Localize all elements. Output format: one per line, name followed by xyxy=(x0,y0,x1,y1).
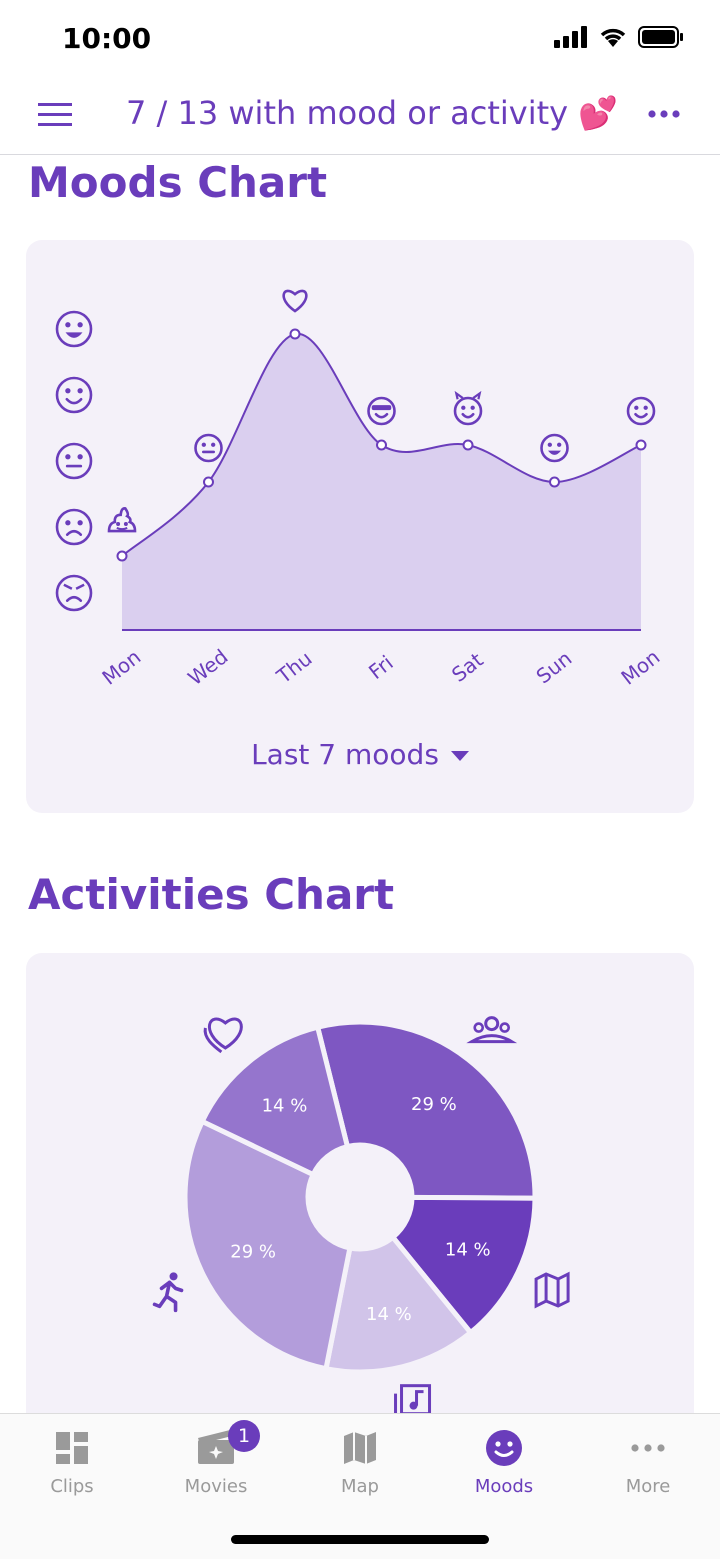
mood-range-label: Last 7 moods xyxy=(251,738,439,771)
angry-face-icon xyxy=(55,574,93,612)
happy-face-icon xyxy=(55,376,93,414)
tab-map[interactable]: Map xyxy=(288,1414,432,1514)
tab-clips[interactable]: Clips xyxy=(0,1414,144,1514)
x-tick-label: Sat xyxy=(447,648,488,687)
more-options-icon[interactable] xyxy=(648,104,680,124)
people-icon xyxy=(466,1016,518,1044)
moods-section-title: Moods Chart xyxy=(28,158,328,207)
neutral-face-icon xyxy=(55,442,93,480)
pie-slice-label: 14 % xyxy=(262,1095,308,1116)
mood-point[interactable] xyxy=(549,476,560,488)
x-tick-label: Thu xyxy=(271,646,316,689)
status-bar: 10:00 xyxy=(0,0,720,80)
pie-slice-label: 14 % xyxy=(366,1304,412,1325)
heart-icon xyxy=(282,289,308,313)
x-tick-label: Wed xyxy=(183,644,232,690)
poop-icon xyxy=(107,507,137,533)
menu-icon[interactable] xyxy=(38,100,74,130)
dropdown-caret-icon xyxy=(450,751,469,761)
page-title: 7 / 13 with mood or activity 💕 xyxy=(126,94,619,132)
home-indicator xyxy=(231,1535,489,1544)
mood-point[interactable] xyxy=(635,439,647,451)
map-icon xyxy=(344,1432,376,1464)
x-tick-label: Mon xyxy=(97,645,145,690)
mood-icon xyxy=(486,1430,522,1466)
mood-point[interactable] xyxy=(462,439,474,451)
pie-slice-label: 29 % xyxy=(411,1094,457,1115)
music-library-icon xyxy=(394,1384,432,1413)
moods-chart: Mon Wed Thu Fri Sat Sun Mon xyxy=(55,289,664,690)
sunglasses-face-icon xyxy=(367,396,396,426)
battery-icon xyxy=(638,26,683,48)
tab-label: Movies xyxy=(184,1476,248,1497)
tab-label: Moods xyxy=(474,1476,534,1497)
activities-chart: 29 % 14 % 14 % 29 % 14 % xyxy=(152,1016,570,1413)
tab-label: More xyxy=(625,1476,671,1497)
pie-slice-label: 29 % xyxy=(230,1242,276,1263)
tab-label: Clips xyxy=(50,1476,94,1497)
top-app-bar: 7 / 13 with mood or activity 💕 xyxy=(0,80,720,155)
more-icon xyxy=(631,1444,665,1452)
neutral-face-icon xyxy=(194,433,223,463)
map-icon xyxy=(534,1271,570,1309)
mood-range-select[interactable]: Last 7 moods xyxy=(26,738,694,771)
status-icons xyxy=(554,26,684,48)
status-time: 10:00 xyxy=(62,22,152,55)
wifi-icon xyxy=(600,28,626,47)
movies-badge: 1 xyxy=(228,1420,260,1452)
mood-point[interactable] xyxy=(116,550,128,562)
tab-label: Map xyxy=(341,1476,379,1497)
heart-icon xyxy=(203,1017,243,1054)
activities-section-title: Activities Chart xyxy=(28,870,395,919)
tab-movies[interactable]: 1 Movies xyxy=(144,1414,288,1514)
x-tick-label: Fri xyxy=(364,650,398,684)
x-tick-label: Mon xyxy=(616,645,664,690)
devil-face-icon xyxy=(453,390,483,426)
mood-point[interactable] xyxy=(376,439,387,451)
clips-icon xyxy=(56,1432,88,1464)
baby-face-icon xyxy=(540,433,569,463)
running-icon xyxy=(152,1272,184,1313)
mood-point[interactable] xyxy=(203,476,214,488)
moods-chart-card: Mon Wed Thu Fri Sat Sun Mon Last 7 moods xyxy=(26,240,694,813)
activities-chart-card: 29 % 14 % 14 % 29 % 14 % xyxy=(26,953,694,1413)
tab-moods[interactable]: Moods xyxy=(432,1414,576,1514)
mood-point[interactable] xyxy=(289,328,301,340)
smile-face-icon xyxy=(626,396,656,426)
signal-icon xyxy=(554,26,587,48)
x-tick-label: Sun xyxy=(532,646,577,688)
pie-slice-label: 14 % xyxy=(445,1240,491,1261)
very-happy-face-icon xyxy=(55,310,93,348)
tab-more[interactable]: More xyxy=(576,1414,720,1514)
sad-face-icon xyxy=(55,508,93,546)
